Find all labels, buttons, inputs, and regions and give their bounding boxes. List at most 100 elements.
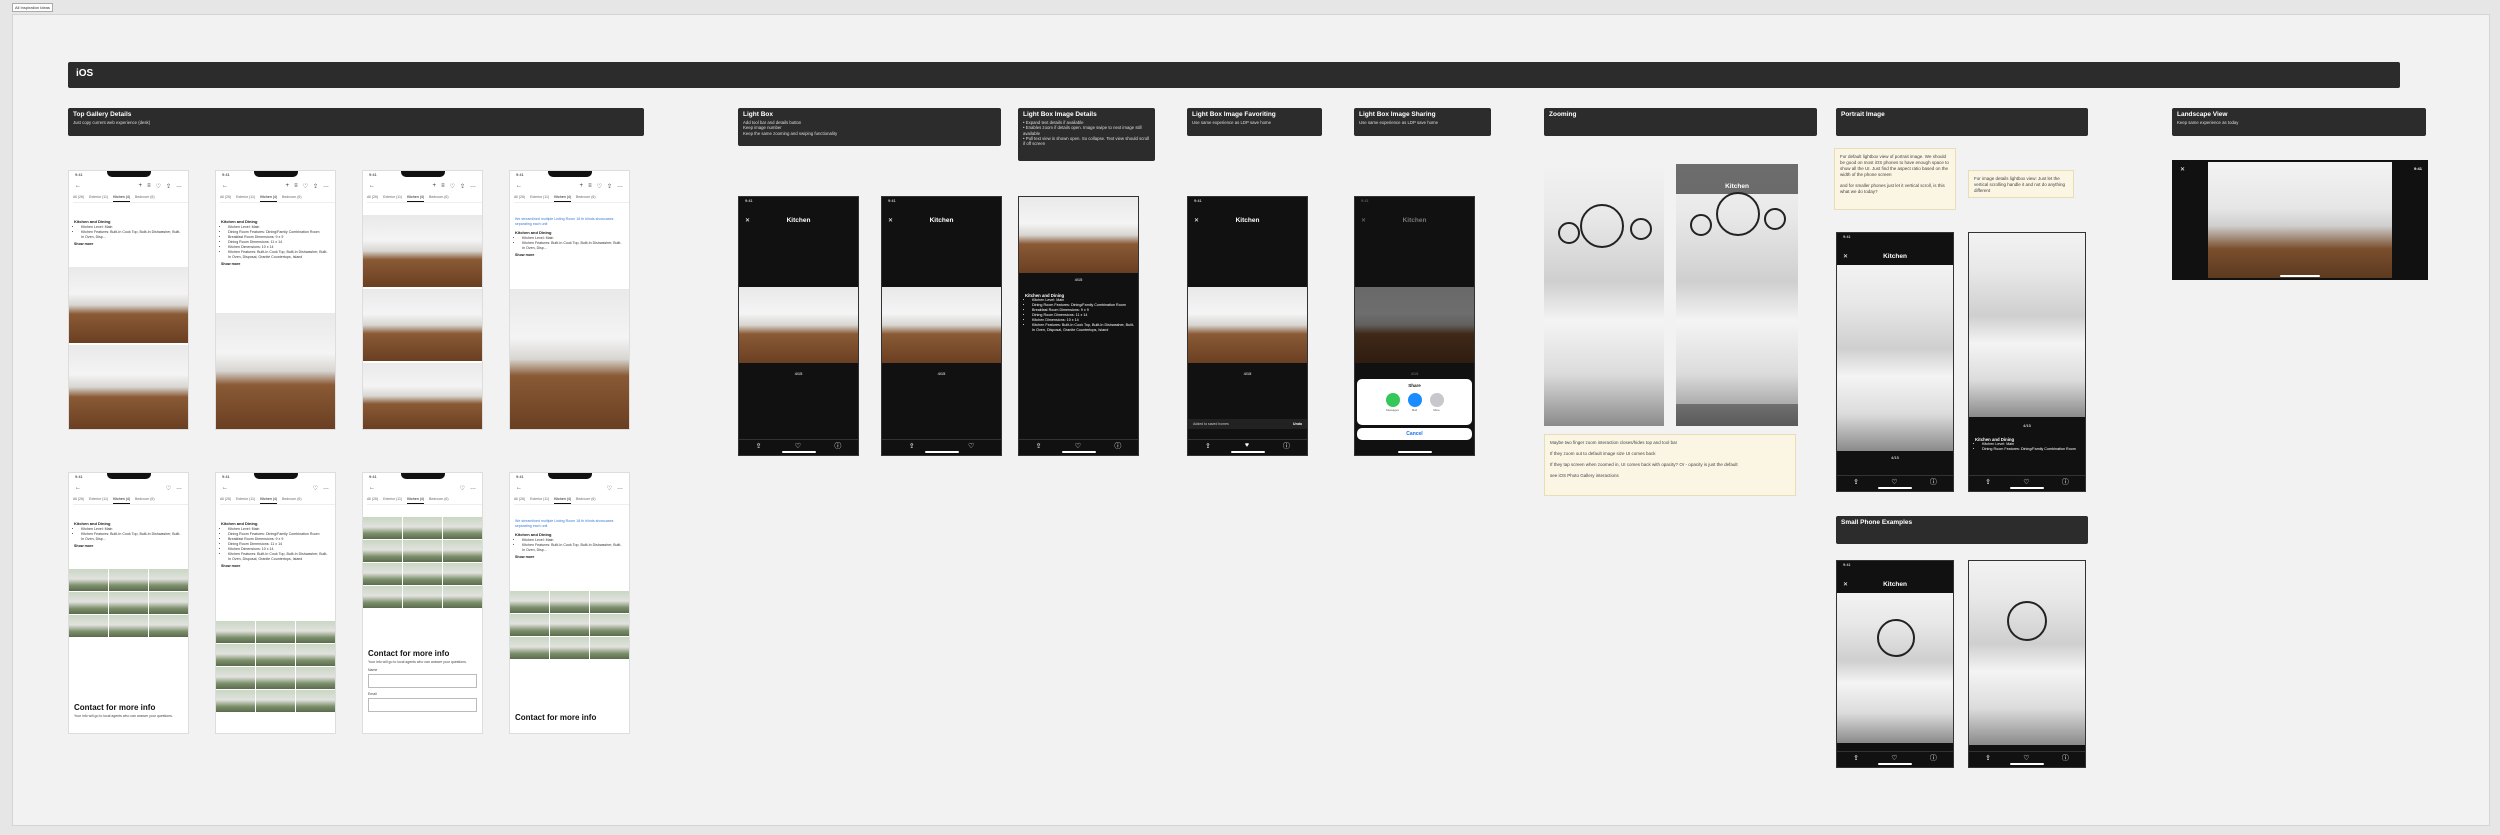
tab-all[interactable]: All (26) — [514, 195, 525, 202]
grid-photo[interactable] — [443, 586, 482, 608]
grid-photo[interactable] — [510, 637, 549, 659]
heart-filled-icon[interactable]: ♥ — [1245, 442, 1249, 449]
tab-bedroom[interactable]: Bedroom (6) — [135, 497, 154, 504]
heart-icon[interactable]: ♡ — [166, 485, 171, 493]
grid-photo[interactable] — [109, 615, 148, 637]
grid-photo[interactable] — [149, 569, 188, 591]
tab-bedroom[interactable]: Bedroom (6) — [429, 497, 448, 504]
grid-photo[interactable] — [550, 591, 589, 613]
back-icon[interactable]: ← — [222, 183, 228, 191]
grid-photo[interactable] — [256, 690, 295, 712]
plus-icon[interactable]: + — [580, 183, 584, 191]
heart-icon[interactable]: ♡ — [795, 442, 801, 450]
tab-bedroom[interactable]: Bedroom (6) — [576, 497, 595, 504]
back-icon[interactable]: ← — [516, 485, 522, 493]
tab-kitchen[interactable]: Kitchen (4) — [407, 195, 425, 202]
grid-photo[interactable] — [296, 621, 335, 643]
heart-icon[interactable]: ♡ — [968, 442, 974, 450]
show-more-link[interactable]: Show more — [221, 564, 330, 569]
grid-photo[interactable] — [109, 592, 148, 614]
share-more[interactable]: More — [1429, 393, 1444, 412]
name-field[interactable] — [368, 674, 477, 688]
show-more-link[interactable]: Show more — [221, 262, 330, 267]
tab-all[interactable]: All (26) — [73, 195, 84, 202]
heart-icon[interactable]: ♡ — [1075, 442, 1081, 450]
grid-photo[interactable] — [216, 644, 255, 666]
share-icon[interactable]: ⇪ — [1205, 442, 1211, 450]
plus-icon[interactable]: + — [139, 183, 143, 191]
info-icon[interactable]: ⓘ — [1930, 753, 1937, 763]
show-more-link[interactable]: Show more — [515, 555, 624, 560]
tab-exterior[interactable]: Exterior (11) — [383, 497, 402, 504]
share-icon[interactable]: ⇪ — [460, 183, 465, 191]
grid-photo[interactable] — [590, 637, 629, 659]
heart-icon[interactable]: ♡ — [450, 183, 455, 191]
tab-kitchen[interactable]: Kitchen (4) — [113, 195, 131, 202]
tab-exterior[interactable]: Exterior (11) — [236, 497, 255, 504]
share-mail[interactable]: Mail — [1407, 393, 1422, 412]
grid-photo[interactable] — [443, 517, 482, 539]
share-icon[interactable]: ⇪ — [313, 183, 318, 191]
lightbox-photo[interactable] — [1019, 197, 1138, 273]
grid-photo[interactable] — [363, 586, 402, 608]
grid-photo[interactable] — [590, 614, 629, 636]
grid-photo[interactable] — [109, 569, 148, 591]
tab-exterior[interactable]: Exterior (11) — [530, 497, 549, 504]
show-more-link[interactable]: Show more — [74, 544, 183, 549]
menu-icon[interactable]: ≡ — [588, 183, 592, 191]
tab-exterior[interactable]: Exterior (11) — [89, 497, 108, 504]
kitchen-photo[interactable] — [510, 289, 629, 429]
grid-photo[interactable] — [296, 644, 335, 666]
menu-icon[interactable]: ≡ — [147, 183, 151, 191]
lightbox-photo[interactable] — [739, 287, 858, 363]
tab-exterior[interactable]: Exterior (11) — [530, 195, 549, 202]
back-icon[interactable]: ← — [369, 485, 375, 493]
more-icon[interactable]: … — [176, 485, 182, 493]
grid-photo[interactable] — [216, 667, 255, 689]
more-icon[interactable]: … — [176, 183, 182, 191]
back-icon[interactable]: ← — [75, 183, 81, 191]
grid-photo[interactable] — [403, 563, 442, 585]
more-icon[interactable]: … — [617, 183, 623, 191]
info-icon[interactable]: ⓘ — [1114, 441, 1121, 451]
lightbox-photo[interactable] — [1188, 287, 1307, 363]
grid-photo[interactable] — [550, 637, 589, 659]
canvas-label[interactable]: All Inspiration Ideas — [12, 3, 53, 12]
heart-icon[interactable]: ♡ — [1891, 754, 1897, 762]
heart-icon[interactable]: ♡ — [460, 485, 465, 493]
portrait-photo[interactable] — [1969, 561, 2085, 745]
tab-bedroom[interactable]: Bedroom (6) — [282, 195, 301, 202]
grid-photo[interactable] — [443, 563, 482, 585]
info-icon[interactable]: ⓘ — [2062, 753, 2069, 763]
more-icon[interactable]: … — [470, 485, 476, 493]
grid-photo[interactable] — [216, 690, 255, 712]
grid-photo[interactable] — [256, 667, 295, 689]
kitchen-photo[interactable] — [69, 267, 188, 343]
more-icon[interactable]: … — [323, 183, 329, 191]
menu-icon[interactable]: ≡ — [294, 183, 298, 191]
show-more-link[interactable]: Show more — [515, 253, 624, 258]
grid-photo[interactable] — [69, 592, 108, 614]
heart-icon[interactable]: ♡ — [303, 183, 308, 191]
tab-all[interactable]: All (26) — [367, 497, 378, 504]
share-icon[interactable]: ⇪ — [607, 183, 612, 191]
grid-photo[interactable] — [256, 644, 295, 666]
grid-photo[interactable] — [550, 614, 589, 636]
back-icon[interactable]: ← — [369, 183, 375, 191]
kitchen-photo[interactable] — [69, 345, 188, 429]
portrait-photo[interactable] — [1837, 593, 1953, 743]
heart-icon[interactable]: ♡ — [313, 485, 318, 493]
tab-bedroom[interactable]: Bedroom (6) — [282, 497, 301, 504]
heart-icon[interactable]: ♡ — [607, 485, 612, 493]
back-icon[interactable]: ← — [222, 485, 228, 493]
grid-photo[interactable] — [69, 615, 108, 637]
share-icon[interactable]: ⇪ — [1853, 754, 1859, 762]
tab-exterior[interactable]: Exterior (11) — [383, 195, 402, 202]
grid-photo[interactable] — [296, 667, 335, 689]
tab-kitchen[interactable]: Kitchen (4) — [260, 497, 278, 504]
info-icon[interactable]: ⓘ — [1930, 477, 1937, 487]
tab-all[interactable]: All (26) — [220, 195, 231, 202]
grid-photo[interactable] — [403, 540, 442, 562]
share-icon[interactable]: ⇪ — [1985, 754, 1991, 762]
portrait-photo[interactable] — [1837, 265, 1953, 451]
